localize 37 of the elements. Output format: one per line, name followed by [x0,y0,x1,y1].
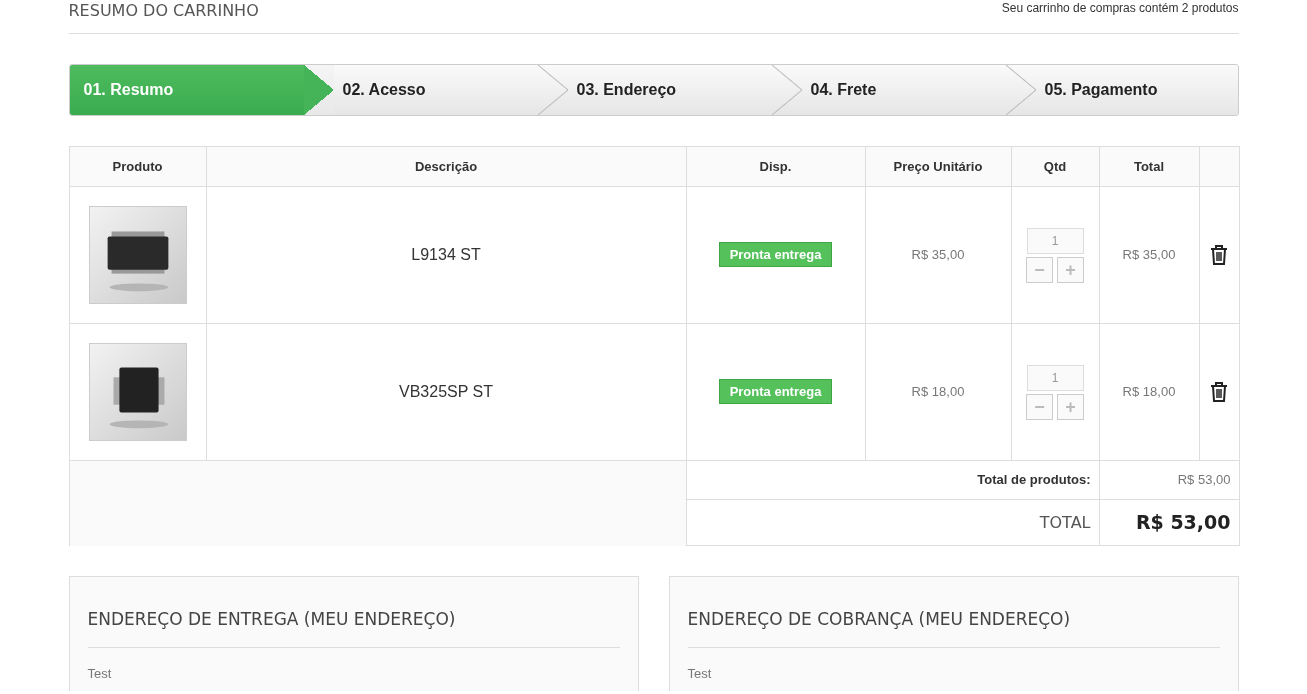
subtotal-label: Total de produtos: [977,472,1091,488]
availability-label: Pronta entrega [718,242,833,268]
address-title: ENDEREÇO DE ENTREGA (MEU ENDEREÇO) [87,607,620,648]
availability-label: Pronta entrega [718,379,833,405]
increase-button[interactable]: + [1057,256,1084,283]
quantity-field[interactable]: 1 [1026,364,1084,391]
unit-price: R$ 18,00 [911,384,965,400]
product-name: VB325SP ST [399,383,493,400]
trash-icon[interactable] [1209,244,1229,266]
address-line: Test [87,664,113,683]
increase-button[interactable]: + [1057,393,1084,420]
column-header: Produto [69,146,206,187]
address-title: ENDEREÇO DE COBRANÇA (MEU ENDEREÇO) [687,607,1220,648]
checkout-step[interactable]: 04. Frete [801,65,1036,115]
page-title: RESUMO DO CARRINHO [68,1,259,20]
unit-price: R$ 35,00 [911,247,965,263]
column-header: Descrição [206,146,686,187]
column-header: Preço Unitário [865,146,1011,187]
decrease-button[interactable]: − [1026,256,1053,283]
trash-icon[interactable] [1209,381,1229,403]
column-header: Total [1099,146,1199,187]
column-header: Qtd [1011,146,1099,187]
total-label: TOTAL [1039,512,1091,532]
total-value: R$ 53,00 [1135,511,1231,534]
address-line: Test [687,664,713,683]
column-header: Disp. [686,146,865,187]
product-name: L9134 ST [411,246,481,263]
checkout-step[interactable]: 05. Pagamento [1035,65,1238,115]
subtotal-value: R$ 53,00 [1177,472,1231,488]
decrease-button[interactable]: − [1026,393,1053,420]
quantity-field[interactable]: 1 [1026,227,1084,254]
checkout-step[interactable]: 03. Endereço [567,65,802,115]
line-total: R$ 18,00 [1122,384,1176,400]
checkout-step[interactable]: 01. Resumo [69,65,334,115]
line-total: R$ 35,00 [1122,247,1176,263]
checkout-step[interactable]: 02. Acesso [333,65,568,115]
cart-summary: Seu carrinho de compras contém 2 produtos [1001,1,1239,16]
